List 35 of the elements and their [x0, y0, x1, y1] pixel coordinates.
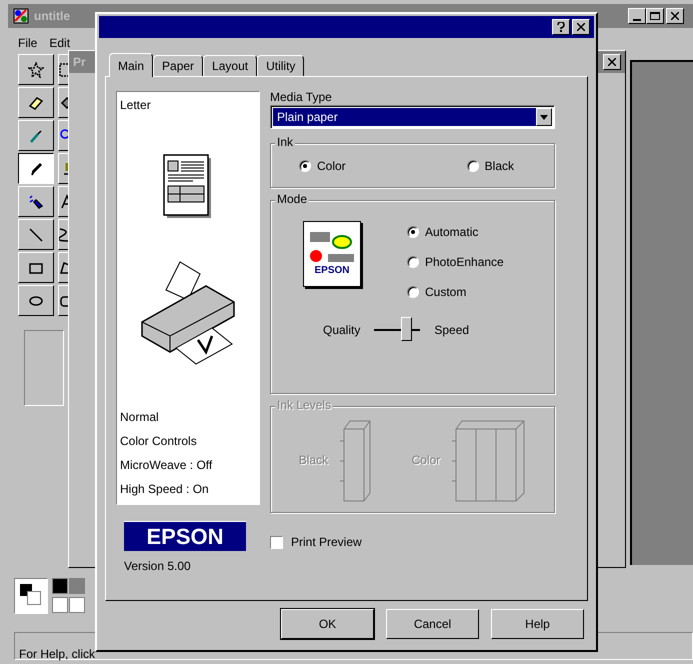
print-preview-option[interactable]: Print Preview [270, 533, 555, 551]
radio-option[interactable]: Automatic [407, 223, 504, 241]
status-text: For Help, click [19, 646, 96, 663]
epson-logo: EPSON [124, 521, 246, 551]
tab[interactable]: Main [109, 53, 154, 77]
radio-option[interactable]: Color [299, 156, 346, 174]
group-label: Ink [275, 136, 296, 148]
media-type-dropdown[interactable]: Plain paper [270, 105, 555, 129]
menu-item[interactable]: File [18, 34, 38, 52]
window-title: Pr [73, 54, 86, 71]
dialog-button[interactable]: OK [281, 609, 374, 639]
tab[interactable]: Layout [203, 55, 258, 76]
dialog-button[interactable]: Help [491, 609, 584, 639]
radio-option[interactable]: PhotoEnhance [407, 253, 504, 271]
radio-option[interactable]: Black [466, 156, 514, 174]
ink-label: Color [412, 452, 440, 468]
brand-label: EPSON [314, 266, 350, 276]
group-label: Mode [275, 193, 310, 205]
window-title: untitle [34, 8, 70, 25]
print-setting-text: High Speed : On [120, 481, 210, 498]
group-label: Ink Levels [275, 399, 334, 411]
slider-label: Speed [434, 322, 470, 339]
print-setting-text: Normal [120, 409, 160, 426]
print-setting-text: Color Controls [120, 433, 198, 450]
slider-label: Quality [323, 322, 360, 339]
dialog-button[interactable]: Cancel [386, 609, 479, 639]
version-text: Version 5.00 [124, 558, 192, 575]
menu-item[interactable]: Edit [49, 34, 70, 52]
print-setting-text: MicroWeave : Off [120, 457, 214, 474]
tab[interactable]: Paper [153, 55, 204, 76]
radio-option[interactable]: Custom [407, 283, 504, 301]
paper-size-label: Letter [120, 97, 152, 114]
ink-label: Black [298, 452, 328, 468]
field-label: Media Type [270, 91, 333, 103]
tab[interactable]: Utility [257, 55, 304, 76]
